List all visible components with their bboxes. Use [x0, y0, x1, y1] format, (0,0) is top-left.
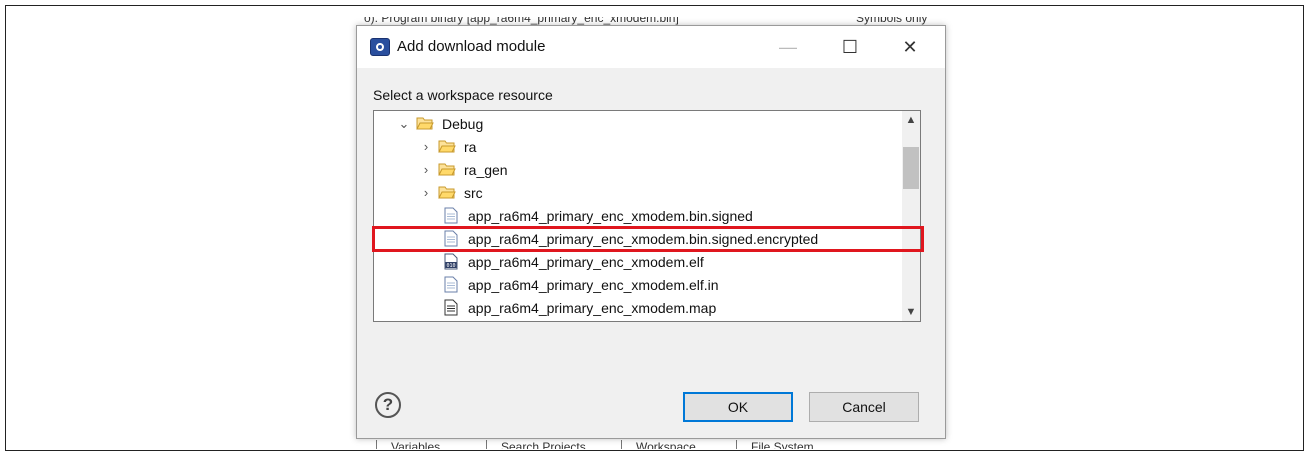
eclipse-app-icon — [370, 38, 390, 56]
tree-item-label: app_ra6m4_primary_enc_xmodem.elf.in — [468, 276, 719, 293]
tree-item-src[interactable]: › src — [420, 181, 920, 204]
binary-file-icon: 010 — [444, 253, 458, 270]
tree-item-label: Debug — [442, 115, 484, 132]
chevron-right-icon[interactable]: › — [420, 162, 432, 177]
file-icon — [444, 276, 458, 293]
ok-button[interactable]: OK — [683, 392, 793, 422]
tree-item-ra[interactable]: › ra — [420, 135, 920, 158]
background-text-right: Symbols only — [856, 17, 928, 25]
background-tab: File System... — [736, 440, 838, 449]
dialog-title: Add download module — [397, 38, 546, 55]
cancel-button[interactable]: Cancel — [809, 392, 919, 422]
tree-item-label: ra — [464, 138, 477, 155]
svg-text:010: 010 — [447, 263, 456, 269]
folder-icon — [438, 186, 456, 199]
background-text: o): Program binary [app_ra6m4_primary_en… — [364, 17, 679, 25]
vertical-scrollbar[interactable]: ▲ ▼ — [902, 111, 920, 321]
tree-item-elf-in[interactable]: app_ra6m4_primary_enc_xmodem.elf.in — [444, 273, 920, 296]
open-folder-icon — [416, 117, 434, 130]
tree-item-debug[interactable]: ⌄ Debug — [398, 112, 920, 135]
title-bar[interactable]: Add download module — ☐ ✕ — [357, 26, 945, 68]
highlight-annotation-box — [372, 226, 924, 252]
tree-item-ra-gen[interactable]: › ra_gen — [420, 158, 920, 181]
close-button[interactable]: ✕ — [887, 26, 933, 68]
file-icon — [444, 207, 458, 224]
tree-item-label: ra_gen — [464, 161, 508, 178]
prompt-label: Select a workspace resource — [373, 87, 553, 103]
scrollbar-thumb[interactable] — [903, 147, 919, 189]
help-icon[interactable]: ? — [375, 392, 401, 418]
tree-item-file[interactable]: app_ra6m4_primary_enc_xmodem.bin.signed — [444, 204, 920, 227]
folder-icon — [438, 140, 456, 153]
scroll-down-arrow-icon[interactable]: ▼ — [902, 303, 920, 321]
tree-item-label: app_ra6m4_primary_enc_xmodem.elf — [468, 253, 704, 270]
tree-item-map[interactable]: app_ra6m4_primary_enc_xmodem.map — [444, 296, 920, 319]
background-tab: Search Projects — [486, 440, 600, 449]
chevron-down-icon[interactable]: ⌄ — [398, 116, 410, 132]
chevron-right-icon[interactable]: › — [420, 185, 432, 200]
tree-item-elf[interactable]: 010 app_ra6m4_primary_enc_xmodem.elf — [444, 250, 920, 273]
maximize-button[interactable]: ☐ — [827, 26, 873, 68]
text-file-icon — [444, 299, 458, 316]
folder-icon — [438, 163, 456, 176]
background-tab: Workspace... — [621, 440, 720, 449]
workspace-resource-tree[interactable]: ⌄ Debug › ra › ra_gen › src app_ra6m4_pr… — [373, 110, 921, 322]
minimize-button[interactable]: — — [765, 26, 811, 68]
tree-item-label: app_ra6m4_primary_enc_xmodem.map — [468, 299, 717, 316]
chevron-right-icon[interactable]: › — [420, 139, 432, 154]
tree-item-label: src — [464, 184, 483, 201]
background-tab: Variables — [376, 440, 454, 449]
scroll-up-arrow-icon[interactable]: ▲ — [902, 111, 920, 129]
tree-item-label: app_ra6m4_primary_enc_xmodem.bin.signed — [468, 207, 753, 224]
